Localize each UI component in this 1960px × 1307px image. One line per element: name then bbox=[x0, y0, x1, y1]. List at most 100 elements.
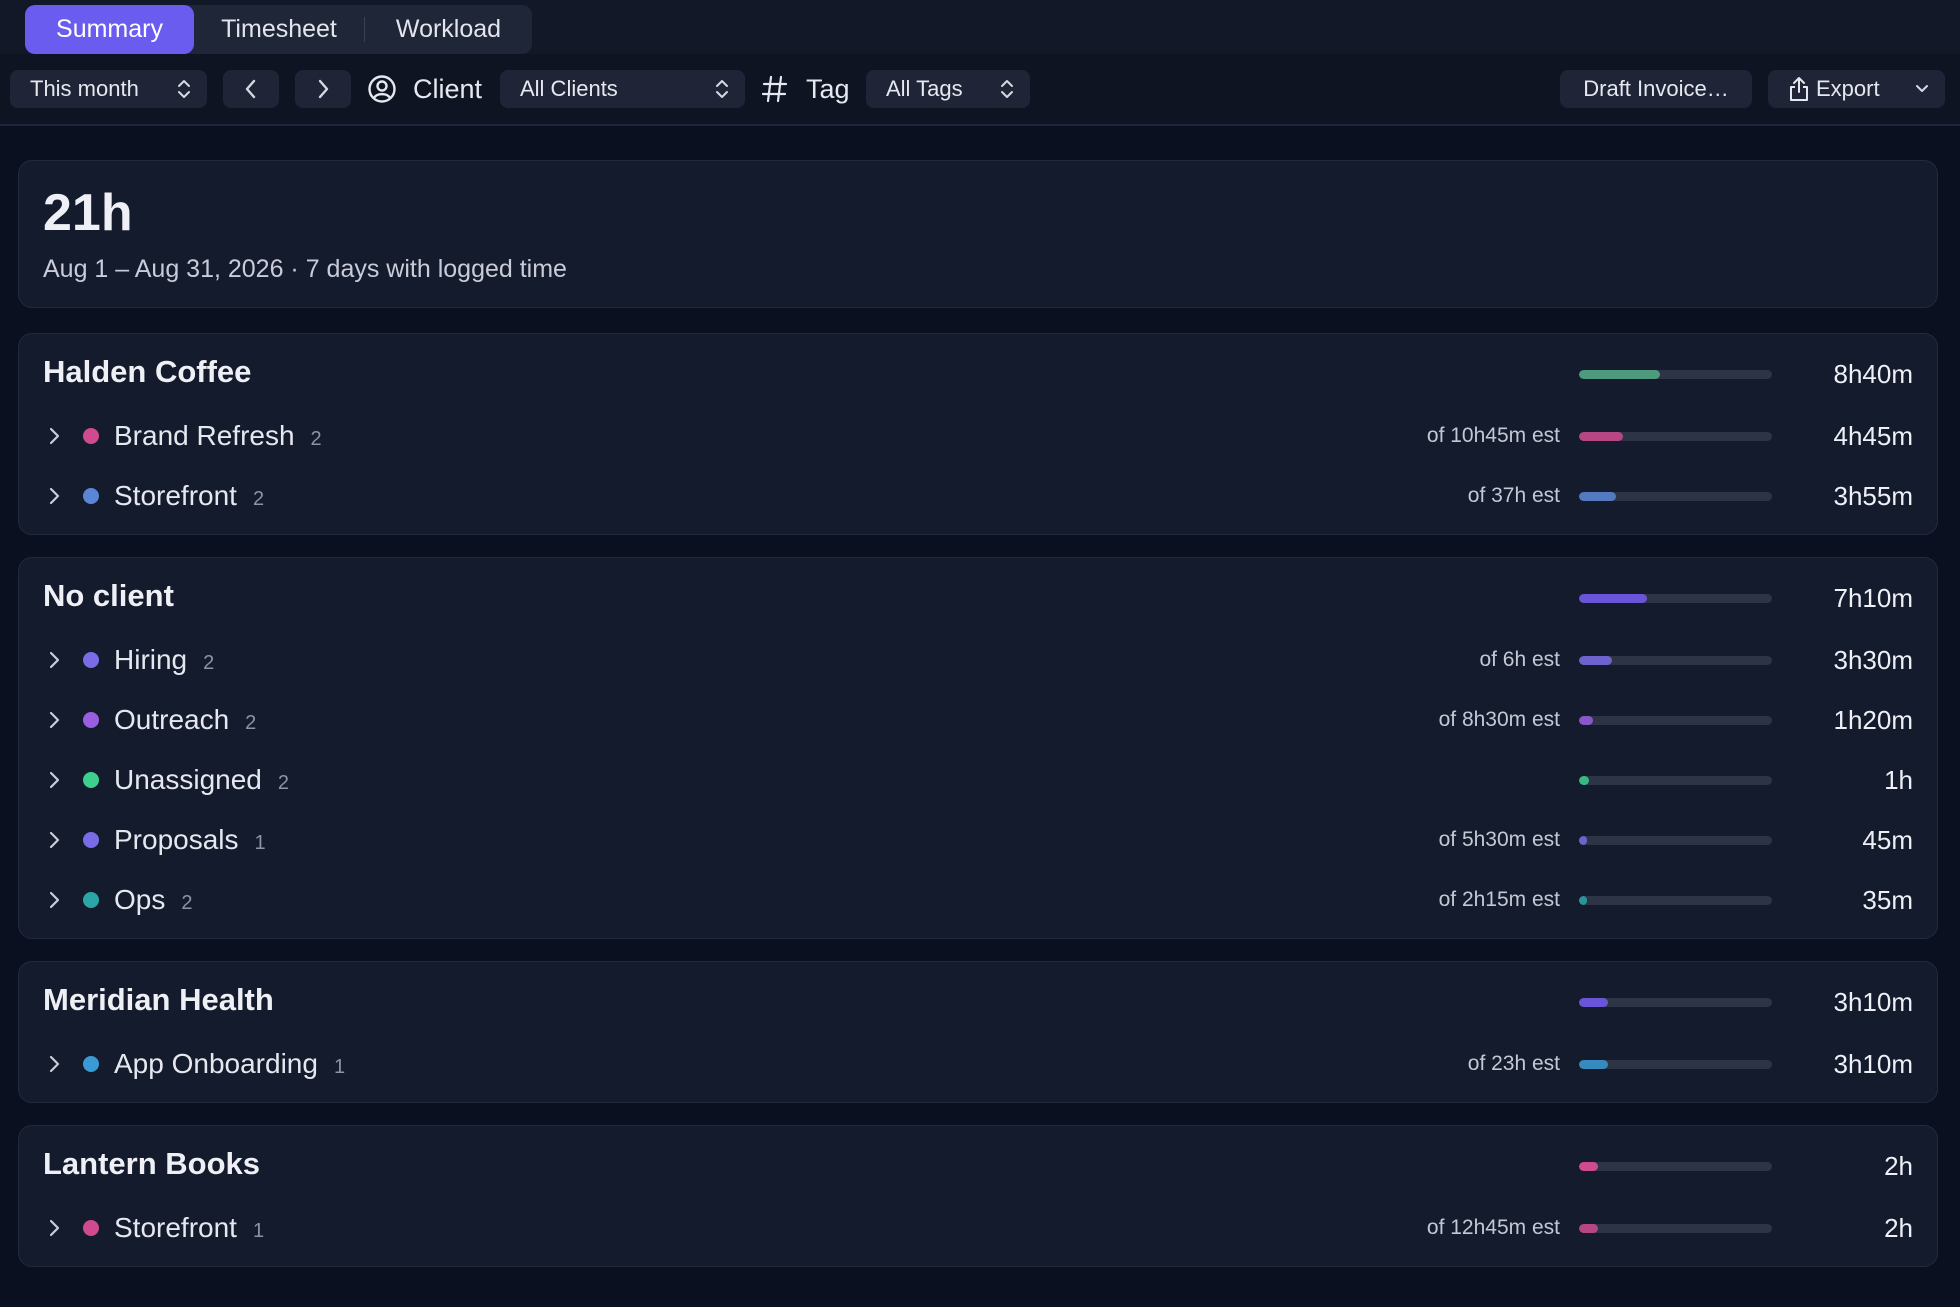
project-progress-fill bbox=[1579, 716, 1593, 725]
project-duration: 3h30m bbox=[1833, 645, 1914, 675]
project-row[interactable]: Proposals 1 bbox=[114, 824, 266, 856]
client-group-title: Meridian Health bbox=[43, 982, 274, 1017]
project-name: Ops bbox=[114, 884, 166, 915]
client-total-duration: 2h bbox=[1884, 1151, 1913, 1181]
client-filter-label-group: Client bbox=[367, 70, 482, 108]
chevron-right-icon[interactable] bbox=[47, 710, 63, 730]
client-group-title: Halden Coffee bbox=[43, 354, 252, 389]
period-select-label: This month bbox=[30, 76, 139, 101]
project-row[interactable]: Storefront 1 bbox=[114, 1212, 264, 1244]
client-progress-fill bbox=[1579, 1162, 1598, 1171]
project-color-dot bbox=[83, 652, 99, 668]
project-row[interactable]: Hiring 2 bbox=[114, 644, 214, 676]
tab-summary[interactable]: Summary bbox=[25, 5, 194, 54]
project-row[interactable]: Storefront 2 bbox=[114, 480, 264, 512]
chevron-left-icon bbox=[245, 79, 256, 99]
project-color-dot bbox=[83, 772, 99, 788]
tag-select[interactable]: All Tags bbox=[866, 70, 1030, 108]
chevron-right-icon[interactable] bbox=[47, 486, 63, 506]
export-label: Export bbox=[1816, 76, 1880, 101]
chevron-right-icon[interactable] bbox=[47, 1054, 63, 1074]
project-estimate: of 5h30m est bbox=[1438, 828, 1560, 851]
project-name: Proposals bbox=[114, 824, 239, 855]
period-select[interactable]: This month bbox=[10, 70, 207, 108]
draft-invoice-button[interactable]: Draft Invoice… bbox=[1560, 70, 1752, 108]
client-group-title: Lantern Books bbox=[43, 1146, 261, 1181]
entry-count: 2 bbox=[252, 488, 265, 510]
updown-chevron-icon bbox=[715, 77, 729, 101]
project-progress-bar bbox=[1579, 776, 1772, 785]
chevron-right-icon[interactable] bbox=[47, 830, 63, 850]
next-period-button[interactable] bbox=[295, 70, 351, 108]
tag-label: Tag bbox=[806, 73, 850, 104]
project-color-dot bbox=[83, 428, 99, 444]
chevron-down-icon[interactable] bbox=[1915, 84, 1929, 94]
project-row[interactable]: Ops 2 bbox=[114, 884, 192, 916]
user-circle-icon bbox=[368, 75, 396, 103]
client-total-duration: 7h10m bbox=[1833, 583, 1914, 613]
project-progress-bar bbox=[1579, 1224, 1772, 1233]
project-duration: 35m bbox=[1862, 885, 1913, 915]
project-row[interactable]: Brand Refresh 2 bbox=[114, 420, 322, 452]
client-progress-bar bbox=[1579, 998, 1772, 1007]
project-estimate: of 23h est bbox=[1467, 1052, 1560, 1075]
tag-select-value: All Tags bbox=[886, 76, 963, 101]
project-name: Storefront bbox=[114, 1212, 237, 1243]
client-select[interactable]: All Clients bbox=[500, 70, 745, 108]
client-progress-bar bbox=[1579, 594, 1772, 603]
project-row[interactable]: Outreach 2 bbox=[114, 704, 256, 736]
export-button[interactable]: Export bbox=[1768, 70, 1945, 108]
project-color-dot bbox=[83, 832, 99, 848]
client-total-duration: 3h10m bbox=[1833, 987, 1914, 1017]
project-duration: 1h20m bbox=[1833, 705, 1914, 735]
share-icon bbox=[1790, 77, 1808, 101]
tab-workload[interactable]: Workload bbox=[365, 5, 532, 54]
chevron-right-icon[interactable] bbox=[47, 890, 63, 910]
project-color-dot bbox=[83, 488, 99, 504]
project-estimate: of 10h45m est bbox=[1426, 424, 1560, 447]
client-group-title: No client bbox=[43, 578, 174, 613]
chevron-right-icon bbox=[318, 79, 329, 99]
project-duration: 4h45m bbox=[1833, 421, 1914, 451]
entry-count: 1 bbox=[254, 832, 266, 854]
client-select-value: All Clients bbox=[520, 76, 618, 101]
project-progress-fill bbox=[1579, 776, 1589, 785]
project-color-dot bbox=[83, 1220, 99, 1236]
project-name: Brand Refresh bbox=[114, 420, 295, 451]
filter-toolbar: This month Client All Clients Tag All Ta… bbox=[0, 54, 1960, 126]
previous-period-button[interactable] bbox=[223, 70, 279, 108]
tab-bar: Summary Timesheet Workload bbox=[0, 0, 1960, 54]
entry-count: 2 bbox=[310, 428, 322, 450]
total-hours: 21h bbox=[43, 184, 133, 242]
client-group-card: Lantern Books 2h Storefront 1 of 12h45m est 2… bbox=[18, 1125, 1938, 1267]
project-name: Hiring bbox=[114, 644, 188, 675]
chevron-right-icon[interactable] bbox=[47, 426, 63, 446]
project-duration: 45m bbox=[1862, 825, 1913, 855]
project-name: Storefront bbox=[114, 480, 237, 511]
project-estimate: of 37h est bbox=[1467, 484, 1560, 507]
project-duration: 1h bbox=[1884, 765, 1913, 795]
chevron-right-icon[interactable] bbox=[47, 770, 63, 790]
project-row[interactable]: Unassigned 2 bbox=[114, 764, 289, 796]
project-progress-fill bbox=[1579, 896, 1587, 905]
project-row[interactable]: App Onboarding 1 bbox=[114, 1048, 345, 1080]
updown-chevron-icon bbox=[177, 77, 191, 101]
project-progress-fill bbox=[1579, 1224, 1598, 1233]
client-progress-fill bbox=[1579, 998, 1608, 1007]
chevron-right-icon[interactable] bbox=[47, 1218, 63, 1238]
entry-count: 1 bbox=[333, 1056, 346, 1078]
project-name: Outreach bbox=[114, 704, 230, 735]
client-progress-fill bbox=[1579, 370, 1660, 379]
client-group-card: Halden Coffee 8h40m Brand Refresh 2 of 10h45… bbox=[18, 333, 1938, 535]
client-group-card: Meridian Health 3h10m App Onboarding 1 of 23… bbox=[18, 961, 1938, 1103]
entry-count: 2 bbox=[245, 712, 257, 734]
project-color-dot bbox=[83, 1056, 99, 1072]
project-progress-fill bbox=[1579, 432, 1623, 441]
project-duration: 3h10m bbox=[1833, 1049, 1914, 1079]
project-progress-bar bbox=[1579, 896, 1772, 905]
tab-timesheet[interactable]: Timesheet bbox=[194, 5, 364, 54]
project-estimate: of 2h15m est bbox=[1438, 888, 1560, 911]
entry-count: 1 bbox=[252, 1220, 265, 1242]
chevron-right-icon[interactable] bbox=[47, 650, 63, 670]
tag-filter-label-group: Tag bbox=[762, 70, 850, 108]
